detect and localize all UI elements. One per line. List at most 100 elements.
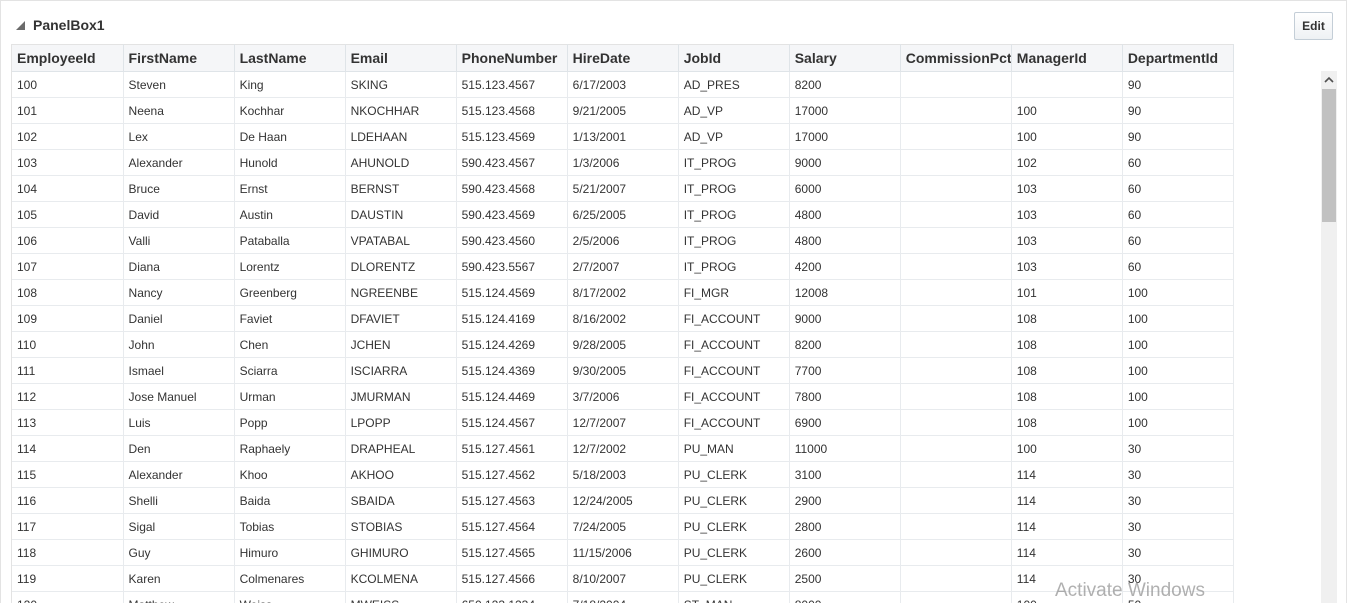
table-row[interactable]: 106 Valli Pataballa VPATABAL 590.423.4560 2/5… xyxy=(12,227,1235,254)
table-cell-firstname: Daniel xyxy=(123,305,235,332)
table-row[interactable]: 103 Alexander Hunold AHUNOLD 590.423.4567 1/3… xyxy=(12,149,1235,176)
table-cell-salary: 3100 xyxy=(789,461,901,488)
employees-table-container: EmployeeId FirstName LastName Email PhoneNum… xyxy=(11,44,1339,603)
table-cell-lastname: Kochhar xyxy=(234,97,346,124)
column-header-email[interactable]: Email xyxy=(345,44,457,72)
disclosure-triangle-icon[interactable] xyxy=(16,21,25,30)
table-cell-salary: 17000 xyxy=(789,123,901,150)
table-cell-salary: 7700 xyxy=(789,357,901,384)
table-cell-managerid: 103 xyxy=(1011,201,1123,228)
table-cell-employeeid: 108 xyxy=(12,279,124,306)
table-cell-departmentid: 60 xyxy=(1122,149,1235,176)
scrollbar-thumb[interactable] xyxy=(1322,89,1336,222)
edit-button[interactable]: Edit xyxy=(1294,12,1333,40)
table-cell-departmentid: 30 xyxy=(1122,539,1235,566)
table-row[interactable]: 100 Steven King SKING 515.123.4567 6/17/2003 A… xyxy=(12,71,1235,98)
table-row[interactable]: 105 David Austin DAUSTIN 590.423.4569 6/25/20… xyxy=(12,201,1235,228)
table-cell-managerid: 108 xyxy=(1011,409,1123,436)
table-cell-employeeid: 100 xyxy=(12,71,124,98)
table-row[interactable]: 116 Shelli Baida SBAIDA 515.127.4563 12/24/20… xyxy=(12,487,1235,514)
table-cell-email: NKOCHHAR xyxy=(345,97,457,124)
table-cell-email: SBAIDA xyxy=(345,487,457,514)
table-row[interactable]: 101 Neena Kochhar NKOCHHAR 515.123.4568 9/21/… xyxy=(12,97,1235,124)
table-cell-commissionpct xyxy=(900,513,1012,540)
table-cell-commissionpct xyxy=(900,227,1012,254)
column-header-jobid[interactable]: JobId xyxy=(678,44,790,72)
table-cell-hiredate: 6/25/2005 xyxy=(567,201,679,228)
column-header-salary[interactable]: Salary xyxy=(789,44,901,72)
table-row[interactable]: 104 Bruce Ernst BERNST 590.423.4568 5/21/2007… xyxy=(12,175,1235,202)
table-cell-employeeid: 107 xyxy=(12,253,124,280)
table-cell-lastname: Weiss xyxy=(234,591,346,603)
table-cell-managerid: 100 xyxy=(1011,123,1123,150)
table-cell-employeeid: 102 xyxy=(12,123,124,150)
column-header-employeeid[interactable]: EmployeeId xyxy=(12,44,124,72)
column-header-managerid[interactable]: ManagerId xyxy=(1011,44,1123,72)
table-cell-lastname: De Haan xyxy=(234,123,346,150)
table-cell-jobid: FI_ACCOUNT xyxy=(678,383,790,410)
table-row[interactable]: 118 Guy Himuro GHIMURO 515.127.4565 11/15/200… xyxy=(12,539,1235,566)
table-row[interactable]: 114 Den Raphaely DRAPHEAL 515.127.4561 12/7/2… xyxy=(12,435,1235,462)
table-row[interactable]: 108 Nancy Greenberg NGREENBE 515.124.4569 8/1… xyxy=(12,279,1235,306)
table-row[interactable]: 112 Jose Manuel Urman JMURMAN 515.124.4469 3/… xyxy=(12,383,1235,410)
table-cell-departmentid: 60 xyxy=(1122,253,1235,280)
table-cell-firstname: Diana xyxy=(123,253,235,280)
column-header-firstname[interactable]: FirstName xyxy=(123,44,235,72)
table-cell-lastname: Sciarra xyxy=(234,357,346,384)
table-row[interactable]: 102 Lex De Haan LDEHAAN 515.123.4569 1/13/200… xyxy=(12,123,1235,150)
table-cell-salary: 6000 xyxy=(789,175,901,202)
table-cell-managerid: 114 xyxy=(1011,539,1123,566)
table-cell-managerid: 100 xyxy=(1011,97,1123,124)
table-row[interactable]: 107 Diana Lorentz DLORENTZ 590.423.5567 2/7/2… xyxy=(12,253,1235,280)
table-row[interactable]: 110 John Chen JCHEN 515.124.4269 9/28/2005 FI_… xyxy=(12,331,1235,358)
table-cell-managerid: 101 xyxy=(1011,279,1123,306)
table-cell-commissionpct xyxy=(900,357,1012,384)
table-cell-employeeid: 112 xyxy=(12,383,124,410)
table-cell-firstname: Luis xyxy=(123,409,235,436)
table-row[interactable]: 119 Karen Colmenares KCOLMENA 515.127.4566 8/… xyxy=(12,565,1235,592)
table-cell-lastname: Faviet xyxy=(234,305,346,332)
table-cell-phonenumber: 515.124.4169 xyxy=(456,305,568,332)
table-cell-email: GHIMURO xyxy=(345,539,457,566)
table-cell-hiredate: 6/17/2003 xyxy=(567,71,679,98)
table-cell-jobid: FI_MGR xyxy=(678,279,790,306)
table-row[interactable]: 115 Alexander Khoo AKHOO 515.127.4562 5/18/20… xyxy=(12,461,1235,488)
vertical-scrollbar[interactable] xyxy=(1321,71,1337,603)
table-cell-jobid: IT_PROG xyxy=(678,149,790,176)
table-cell-managerid: 114 xyxy=(1011,513,1123,540)
table-cell-employeeid: 103 xyxy=(12,149,124,176)
table-cell-email: AKHOO xyxy=(345,461,457,488)
column-header-departmentid[interactable]: DepartmentId xyxy=(1122,44,1235,72)
table-cell-phonenumber: 515.127.4565 xyxy=(456,539,568,566)
table-cell-hiredate: 1/13/2001 xyxy=(567,123,679,150)
column-header-hiredate[interactable]: HireDate xyxy=(567,44,679,72)
table-cell-jobid: AD_PRES xyxy=(678,71,790,98)
table-cell-jobid: FI_ACCOUNT xyxy=(678,357,790,384)
table-cell-salary: 4800 xyxy=(789,227,901,254)
table-cell-commissionpct xyxy=(900,175,1012,202)
panel-header[interactable]: PanelBox1 xyxy=(16,14,105,36)
table-cell-departmentid: 90 xyxy=(1122,123,1235,150)
chevron-up-icon[interactable] xyxy=(1321,71,1337,87)
table-cell-departmentid: 30 xyxy=(1122,461,1235,488)
table-cell-managerid: 103 xyxy=(1011,253,1123,280)
table-row[interactable]: 113 Luis Popp LPOPP 515.124.4567 12/7/2007 FI_… xyxy=(12,409,1235,436)
table-row[interactable]: 109 Daniel Faviet DFAVIET 515.124.4169 8/16/2… xyxy=(12,305,1235,332)
table-cell-departmentid: 100 xyxy=(1122,357,1235,384)
table-cell-commissionpct xyxy=(900,97,1012,124)
table-cell-salary: 2600 xyxy=(789,539,901,566)
table-row[interactable]: 117 Sigal Tobias STOBIAS 515.127.4564 7/24/20… xyxy=(12,513,1235,540)
table-cell-hiredate: 5/18/2003 xyxy=(567,461,679,488)
column-header-commissionpct[interactable]: CommissionPct xyxy=(900,44,1012,72)
table-row[interactable]: 120MatthewWeissMWEISS650.123.12347/18/20… xyxy=(12,591,1235,603)
table-cell-commissionpct xyxy=(900,331,1012,358)
table-row[interactable]: 111 Ismael Sciarra ISCIARRA 515.124.4369 9/30… xyxy=(12,357,1235,384)
table-cell-lastname: Austin xyxy=(234,201,346,228)
table-header-row: EmployeeId FirstName LastName Email PhoneNum… xyxy=(12,44,1235,72)
table-cell-employeeid: 116 xyxy=(12,487,124,514)
table-cell-commissionpct xyxy=(900,591,1012,603)
column-header-lastname[interactable]: LastName xyxy=(234,44,346,72)
table-cell-phonenumber: 515.127.4561 xyxy=(456,435,568,462)
column-header-phonenumber[interactable]: PhoneNumber xyxy=(456,44,568,72)
table-cell-departmentid: 100 xyxy=(1122,279,1235,306)
